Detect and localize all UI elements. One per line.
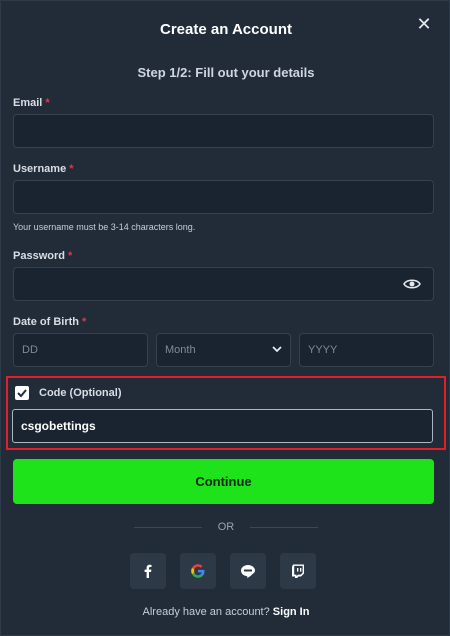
modal-title: Create an Account xyxy=(160,21,292,38)
line-button[interactable] xyxy=(230,553,266,589)
required-mark: * xyxy=(69,163,74,175)
close-icon[interactable]: ✕ xyxy=(415,15,433,33)
divider-right xyxy=(250,527,318,528)
code-input[interactable] xyxy=(12,409,433,443)
create-account-modal: Create an Account ✕ Step 1/2: Fill out y… xyxy=(0,0,450,636)
dob-month-value: Month xyxy=(165,344,196,356)
dob-month-select[interactable]: Month xyxy=(156,333,291,367)
step-indicator: Step 1/2: Fill out your details xyxy=(137,65,315,80)
password-label-text: Password xyxy=(13,250,65,262)
twitch-icon xyxy=(292,564,304,578)
dob-label-text: Date of Birth xyxy=(13,316,79,328)
dob-year-input[interactable] xyxy=(299,333,434,367)
google-button[interactable] xyxy=(180,553,216,589)
username-hint: Your username must be 3-14 characters lo… xyxy=(13,222,196,232)
eye-icon[interactable] xyxy=(403,278,421,290)
twitch-button[interactable] xyxy=(280,553,316,589)
google-icon xyxy=(191,564,205,578)
signin-row: Already have an account? Sign In xyxy=(1,606,450,618)
or-divider-text: OR xyxy=(217,521,235,533)
password-input[interactable] xyxy=(13,267,434,301)
required-mark: * xyxy=(45,97,50,109)
email-label-text: Email xyxy=(13,97,43,109)
signin-link[interactable]: Sign In xyxy=(273,606,310,618)
facebook-icon xyxy=(144,564,152,578)
password-label: Password * xyxy=(13,250,72,262)
chevron-down-icon xyxy=(272,346,282,353)
username-label-text: Username xyxy=(13,163,67,175)
email-input[interactable] xyxy=(13,114,434,148)
code-label: Code (Optional) xyxy=(39,387,122,399)
dob-day-input[interactable] xyxy=(13,333,148,367)
required-mark: * xyxy=(82,316,87,328)
required-mark: * xyxy=(67,250,73,262)
signin-prompt: Already have an account? xyxy=(142,606,270,618)
dob-label: Date of Birth * xyxy=(13,316,86,328)
continue-button[interactable]: Continue xyxy=(13,459,434,504)
facebook-button[interactable] xyxy=(130,553,166,589)
username-input[interactable] xyxy=(13,180,434,214)
divider-left xyxy=(134,527,202,528)
username-label: Username * xyxy=(13,163,73,175)
code-checkbox[interactable] xyxy=(15,386,29,400)
line-icon xyxy=(241,565,255,578)
email-label: Email * xyxy=(13,97,50,109)
